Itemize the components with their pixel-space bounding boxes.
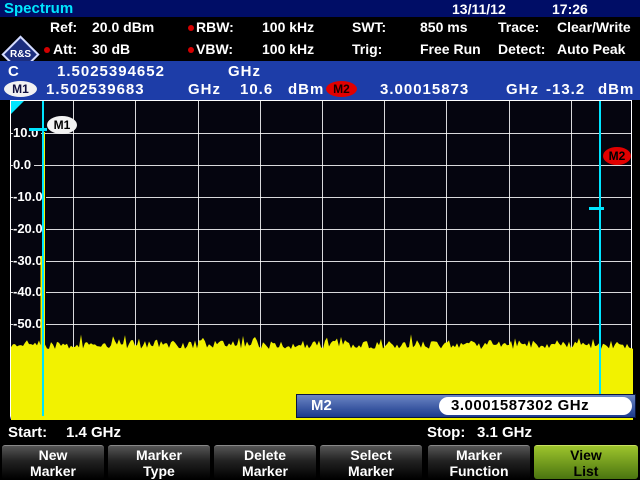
m2-level: -13.2 — [546, 81, 585, 98]
trace-corner-indicator — [11, 101, 24, 114]
swt-value[interactable]: 850 ms — [420, 19, 467, 35]
rbw-label: RBW: — [196, 19, 234, 35]
center-label: C — [8, 63, 20, 80]
m1-level-tick — [29, 128, 47, 131]
trig-value[interactable]: Free Run — [420, 41, 481, 57]
m1-badge: M1 — [4, 81, 37, 97]
date-label: 13/11/12 — [452, 1, 506, 17]
m1-freq-unit: GHz — [188, 81, 221, 98]
vbw-coupled-dot — [188, 47, 194, 53]
center-freq-unit: GHz — [228, 63, 261, 80]
m1-level-unit: dBm — [288, 81, 324, 98]
att-value[interactable]: 30 dB — [92, 41, 130, 57]
m2-level-tick — [589, 207, 604, 210]
rbw-value[interactable]: 100 kHz — [262, 19, 314, 35]
marker-readout-panel: C 1.5025394652 GHz M1 1.502539683 GHz 10… — [0, 61, 640, 100]
center-frequency: 1.5025394652 — [57, 63, 165, 80]
rbw-coupled-dot — [188, 25, 194, 31]
vbw-value[interactable]: 100 kHz — [262, 41, 314, 57]
softkey-new-marker[interactable]: NewMarker — [2, 445, 104, 479]
softkey-view-list[interactable]: ViewList — [534, 445, 638, 479]
att-coupled-dot — [44, 47, 50, 53]
att-label: Att: — [53, 41, 77, 57]
m2-marker-line[interactable] — [599, 101, 601, 416]
marker-entry-box: M2 3.0001587302 GHz — [296, 394, 636, 418]
start-label: Start: — [8, 424, 47, 441]
trace-value[interactable]: Clear/Write — [557, 19, 631, 35]
m2-frequency: 3.00015873 — [380, 81, 469, 98]
softkey-marker-type[interactable]: MarkerType — [108, 445, 210, 479]
stop-value[interactable]: 3.1 GHz — [477, 424, 532, 441]
swt-label: SWT: — [352, 19, 386, 35]
m2-marker-flag[interactable]: M2 — [603, 147, 631, 165]
settings-panel: R&S Ref: 20.0 dBm Att: 30 dB RBW: 100 kH… — [0, 17, 640, 61]
spectrum-analyzer-screen: Spectrum 13/11/12 17:26 R&S Ref: 20.0 dB… — [0, 0, 640, 480]
entry-label: M2 — [311, 397, 332, 414]
detect-value[interactable]: Auto Peak — [557, 41, 625, 57]
stop-label: Stop: — [427, 424, 465, 441]
app-title: Spectrum — [4, 0, 73, 17]
ref-label: Ref: — [50, 19, 77, 35]
vbw-label: VBW: — [196, 41, 233, 57]
m1-level: 10.6 — [240, 81, 273, 98]
ref-value[interactable]: 20.0 dBm — [92, 19, 154, 35]
frequency-axis-strip: Start: 1.4 GHz Stop: 3.1 GHz — [0, 421, 640, 444]
m2-level-unit: dBm — [598, 81, 634, 98]
softkey-select-marker[interactable]: SelectMarker — [320, 445, 422, 479]
m1-frequency: 1.502539683 — [46, 81, 145, 98]
marker-frequency-input[interactable]: 3.0001587302 GHz — [439, 397, 632, 415]
m1-marker-line[interactable] — [42, 101, 44, 416]
start-value[interactable]: 1.4 GHz — [66, 424, 121, 441]
trace-label: Trace: — [498, 19, 539, 35]
time-label: 17:26 — [552, 1, 588, 17]
m2-badge: M2 — [326, 81, 357, 97]
softkey-marker-function[interactable]: MarkerFunction — [428, 445, 530, 479]
softkey-bar: NewMarker MarkerType DeleteMarker Select… — [0, 444, 640, 480]
trig-label: Trig: — [352, 41, 382, 57]
spectrum-plot: 10.00.0-10.0-20.0-30.0-40.0-50.0 M1 M2 — [10, 100, 632, 419]
m1-marker-flag[interactable]: M1 — [47, 116, 77, 134]
detect-label: Detect: — [498, 41, 545, 57]
softkey-delete-marker[interactable]: DeleteMarker — [214, 445, 316, 479]
m2-freq-unit: GHz — [506, 81, 539, 98]
trace — [11, 101, 633, 420]
header-bar: Spectrum 13/11/12 17:26 — [0, 0, 640, 17]
